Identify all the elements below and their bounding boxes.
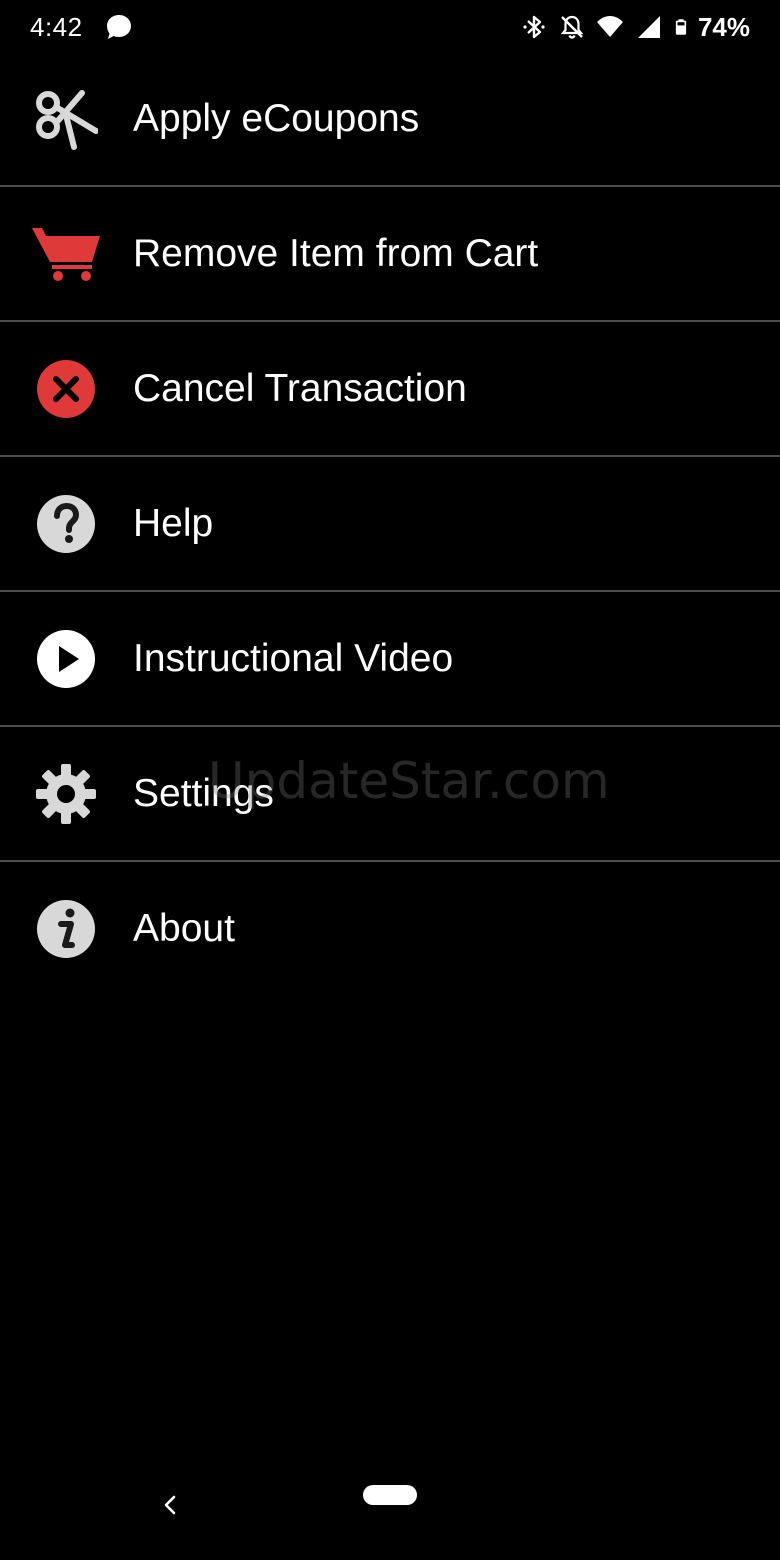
cancel-icon xyxy=(34,357,98,421)
menu-item-label: About xyxy=(133,906,235,950)
menu-item-apply-ecoupons[interactable]: Apply eCoupons xyxy=(0,52,780,187)
menu-item-label: Apply eCoupons xyxy=(133,96,420,140)
chat-bubble-icon xyxy=(107,15,131,39)
menu-item-help[interactable]: Help xyxy=(0,457,780,592)
scissors-icon xyxy=(34,87,98,151)
gear-icon xyxy=(34,762,98,826)
menu-item-label: Help xyxy=(133,501,214,545)
navigation-bar xyxy=(0,1470,780,1560)
back-icon[interactable] xyxy=(156,1490,186,1520)
bluetooth-icon xyxy=(523,15,545,39)
status-bar: 4:42 74% xyxy=(0,0,780,54)
menu-item-label: Settings xyxy=(133,771,274,815)
wifi-icon xyxy=(596,16,623,37)
menu-item-label: Instructional Video xyxy=(133,636,454,680)
help-icon xyxy=(34,492,98,556)
menu-item-settings[interactable]: Settings xyxy=(0,727,780,862)
battery-icon xyxy=(675,19,687,35)
menu-item-remove-item[interactable]: Remove Item from Cart xyxy=(0,187,780,322)
menu-item-instructional-video[interactable]: Instructional Video xyxy=(0,592,780,727)
menu-list: Apply eCoupons Remove Item from Cart Can… xyxy=(0,52,780,995)
menu-item-label: Remove Item from Cart xyxy=(133,231,539,275)
battery-percent: 74% xyxy=(697,11,750,42)
menu-item-label: Cancel Transaction xyxy=(133,366,467,410)
status-icons: 74% xyxy=(520,10,750,44)
cell-signal-icon xyxy=(637,16,660,38)
status-time: 4:42 xyxy=(30,12,83,42)
notifications-off-icon xyxy=(560,15,584,39)
menu-item-about[interactable]: About xyxy=(0,862,780,995)
info-icon xyxy=(34,897,98,961)
home-pill-button[interactable] xyxy=(363,1485,417,1505)
play-icon xyxy=(34,627,98,691)
menu-item-cancel-transaction[interactable]: Cancel Transaction xyxy=(0,322,780,457)
cart-icon xyxy=(30,222,102,286)
